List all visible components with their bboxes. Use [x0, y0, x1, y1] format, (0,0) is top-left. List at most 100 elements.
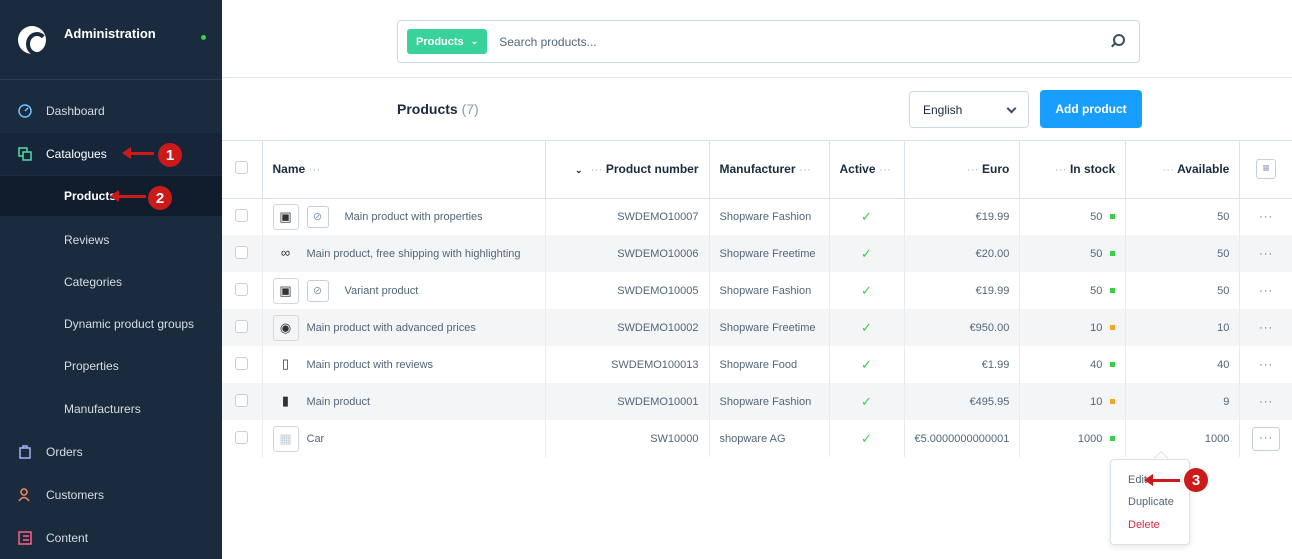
product-name-link[interactable]: Main product with advanced prices: [307, 321, 476, 333]
more-actions-icon[interactable]: ···: [1259, 322, 1273, 334]
column-menu-icon[interactable]: ···: [1162, 162, 1174, 176]
row-actions-cell: ···: [1240, 420, 1292, 457]
column-header-in-stock[interactable]: ··· In stock: [1019, 141, 1127, 199]
column-header-name[interactable]: Name ···: [262, 141, 546, 199]
column-header-available[interactable]: ··· Available: [1125, 141, 1241, 199]
product-name-link[interactable]: Main product: [307, 395, 371, 407]
row-actions-cell: ···: [1239, 309, 1292, 346]
shopware-logo-icon[interactable]: [18, 25, 48, 56]
product-name-link[interactable]: Main product with reviews: [307, 358, 434, 370]
price: €5.0000000000001: [904, 420, 1021, 457]
search-type-select[interactable]: Products ⌄: [407, 29, 488, 54]
column-label: Active: [839, 162, 876, 177]
row-context-menu: Edit Duplicate Delete: [1110, 459, 1190, 545]
column-label: Product number: [605, 162, 699, 177]
available: 50: [1125, 198, 1241, 235]
row-checkbox[interactable]: [235, 282, 249, 296]
glasses-thumbnail-icon: ∞: [280, 244, 291, 260]
more-actions-button[interactable]: ···: [1252, 426, 1281, 451]
search-type-label: Products: [416, 35, 464, 48]
product-table: Name ··· ⌄ ··· Product number Manufacture…: [222, 141, 1292, 457]
stock-ok-indicator-icon: [1110, 288, 1116, 294]
product-name-link[interactable]: Car: [307, 432, 325, 444]
sidebar-item-categories[interactable]: Categories: [0, 261, 222, 303]
sidebar-item-label: Dynamic product groups: [64, 317, 195, 331]
row-checkbox[interactable]: [235, 356, 249, 370]
add-product-button[interactable]: Add product: [1040, 90, 1142, 128]
product-name-link[interactable]: Variant product: [345, 284, 419, 296]
table-row[interactable]: ▣ ⊘ Variant product SWDEMO10005 Shopware F…: [222, 272, 1292, 309]
sidebar-item-reviews[interactable]: Reviews: [0, 219, 222, 261]
price: €1.99: [904, 346, 1021, 383]
column-header-active[interactable]: Active ···: [829, 141, 905, 199]
sidebar-item-label: Reviews: [64, 233, 110, 247]
column-settings-button[interactable]: ≡: [1256, 159, 1277, 180]
sidebar-item-dashboard[interactable]: Dashboard: [0, 90, 222, 132]
active-check-icon: ✓: [829, 383, 905, 420]
product-name-cell: ▣ ⊘ Main product with properties: [262, 198, 546, 235]
row-checkbox[interactable]: [235, 319, 249, 333]
table-row[interactable]: ∞ Main product, free shipping with highli…: [222, 235, 1292, 272]
search-input[interactable]: [499, 34, 1060, 49]
annotation-badge: 2: [148, 186, 172, 210]
sidebar-item-customers[interactable]: Customers: [0, 474, 222, 516]
row-checkbox-cell: [222, 272, 263, 309]
table-row[interactable]: ▣ ⊘ Main product with properties SWDEMO100…: [222, 198, 1292, 235]
global-search: Products ⌄: [397, 20, 1140, 63]
table-row[interactable]: ▦ Car SW10000 shopware AG ✓ €5.0000000000…: [222, 420, 1292, 457]
column-menu-icon[interactable]: ···: [967, 162, 979, 176]
sidebar-item-label: Dashboard: [46, 104, 105, 118]
price: €950.00: [904, 309, 1021, 346]
row-checkbox[interactable]: [235, 393, 249, 407]
row-checkbox[interactable]: [235, 208, 249, 222]
sidebar-item-dynamic-product-groups[interactable]: Dynamic product groups: [0, 303, 222, 345]
table-row[interactable]: ◉ Main product with advanced prices SWDEM…: [222, 309, 1292, 346]
sidebar-item-content[interactable]: Content: [0, 517, 222, 559]
column-menu-icon[interactable]: ···: [309, 162, 321, 176]
sidebar-item-manufacturers[interactable]: Manufacturers: [0, 388, 222, 430]
stock-value: 10: [1090, 395, 1103, 408]
sidebar-item-properties[interactable]: Properties: [0, 345, 222, 387]
price: €20.00: [904, 235, 1021, 272]
available: 10: [1125, 309, 1241, 346]
column-menu-icon[interactable]: ···: [590, 162, 602, 176]
column-menu-icon[interactable]: ···: [1055, 162, 1067, 176]
active-check-icon: ✓: [829, 235, 905, 272]
active-check-icon: ✓: [829, 420, 905, 457]
context-menu-duplicate[interactable]: Duplicate: [1128, 496, 1174, 508]
row-checkbox-cell: [222, 346, 263, 383]
sidebar-item-label: Categories: [64, 275, 123, 289]
manufacturer: Shopware Fashion: [709, 272, 830, 309]
language-select[interactable]: English: [909, 91, 1029, 128]
more-actions-icon[interactable]: ···: [1259, 285, 1273, 297]
more-actions-icon[interactable]: ···: [1259, 211, 1273, 223]
table-row[interactable]: ▮ Main product SWDEMO10001 Shopware Fashi…: [222, 383, 1292, 420]
manufacturer: Shopware Food: [709, 346, 830, 383]
row-checkbox[interactable]: [235, 245, 249, 259]
row-checkbox-cell: [222, 420, 263, 457]
row-checkbox[interactable]: [235, 430, 249, 444]
variant-link-icon: ⊘: [306, 205, 329, 228]
column-menu-icon[interactable]: ···: [799, 162, 811, 176]
more-actions-icon[interactable]: ···: [1259, 396, 1273, 408]
context-menu-delete[interactable]: Delete: [1128, 519, 1160, 531]
column-header-manufacturer[interactable]: Manufacturer ···: [709, 141, 830, 199]
more-actions-icon[interactable]: ···: [1259, 248, 1273, 260]
stock-cell: 50: [1019, 235, 1127, 272]
product-name-link[interactable]: Main product, free shipping with highlig…: [307, 247, 521, 259]
content-icon: [17, 530, 33, 546]
select-all-checkbox[interactable]: [235, 161, 249, 175]
row-actions-cell: ···: [1240, 272, 1292, 309]
column-menu-icon[interactable]: ···: [879, 162, 891, 176]
table-row[interactable]: ▯ Main product with reviews SWDEMO100013 …: [222, 346, 1292, 383]
catalogue-icon: [17, 146, 33, 162]
stock-low-indicator-icon: [1110, 399, 1116, 405]
column-header-euro[interactable]: ··· Euro: [904, 141, 1021, 199]
search-icon[interactable]: [1113, 34, 1125, 46]
column-header-product-number[interactable]: ⌄ ··· Product number: [545, 141, 710, 199]
sidebar-item-catalogues[interactable]: Catalogues: [0, 133, 222, 175]
app-title: Administration: [64, 26, 156, 41]
more-actions-icon[interactable]: ···: [1259, 359, 1273, 371]
sidebar-item-orders[interactable]: Orders: [0, 431, 222, 473]
product-name-link[interactable]: Main product with properties: [345, 211, 483, 223]
